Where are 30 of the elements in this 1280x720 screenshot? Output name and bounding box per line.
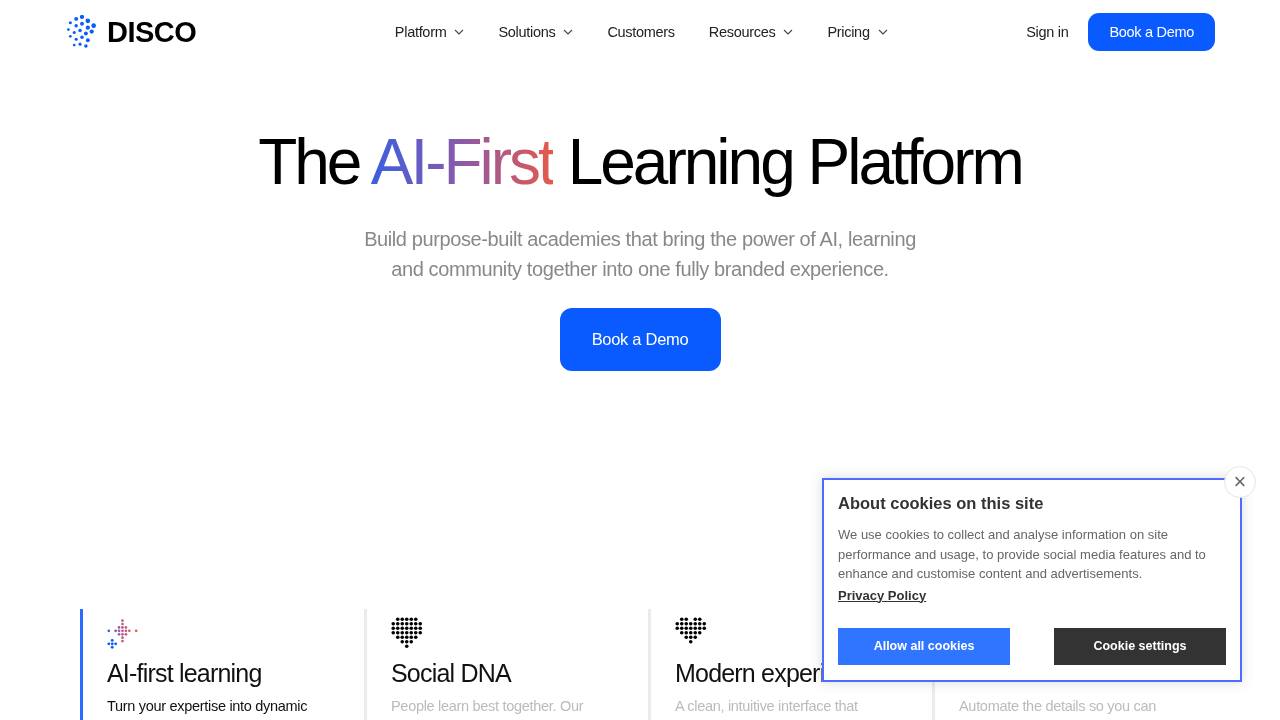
feature-title: Social DNA (391, 659, 513, 688)
feature-title: AI-first learning (107, 659, 263, 688)
chevron-down-icon (454, 29, 465, 35)
cookie-settings-button[interactable]: Cookie settings (1054, 627, 1226, 665)
feature-description: A clean, intuitive interface that (675, 698, 859, 714)
close-button[interactable]: × (1224, 466, 1256, 498)
chevron-down-icon (563, 29, 574, 35)
nav-link[interactable]: Solutions (498, 24, 574, 40)
book-demo-button[interactable]: Book a Demo (1088, 13, 1215, 51)
book-demo-button[interactable]: Book a Demo (559, 308, 721, 371)
nav-link[interactable]: Pricing (827, 24, 888, 40)
cookie-banner-text: We use cookies to collect and analyse information on site performance and usage, to provide social media features and to enhance and customise content and advertisements. (838, 526, 1207, 583)
feature-description: Turn your expertise into dynamic (107, 698, 309, 714)
cookie-banner-title: About cookies on this site (838, 494, 1045, 513)
chevron-down-icon (783, 29, 794, 35)
feature-description: Automate the details so you can (959, 698, 1158, 714)
nav-link[interactable]: Customers (607, 24, 675, 40)
sign-in-link[interactable]: Sign in (1026, 24, 1069, 40)
feature-tab[interactable]: AI-first learning Turn your expertise into dynamic (80, 609, 364, 720)
privacy-policy-link[interactable]: Privacy Policy (838, 587, 927, 603)
feature-tab[interactable]: Social DNA People learn best together. Our (364, 609, 648, 720)
hero-title: The AI-First Learning Platform (258, 125, 1022, 200)
logo-dots-icon[interactable] (65, 15, 99, 49)
nav-link[interactable]: Platform (394, 24, 465, 40)
feature-description: People learn best together. Our (391, 698, 585, 714)
nav-link[interactable]: Resources (708, 24, 794, 40)
logo-wordmark[interactable]: DISCO (107, 15, 197, 49)
hero-subtitle: Build purpose-built academies that bring the power of AI, learning and community together into one fully branded experience. (363, 227, 917, 282)
allow-cookies-button[interactable]: Allow all cookies (838, 627, 1010, 665)
chevron-down-icon (877, 29, 888, 35)
